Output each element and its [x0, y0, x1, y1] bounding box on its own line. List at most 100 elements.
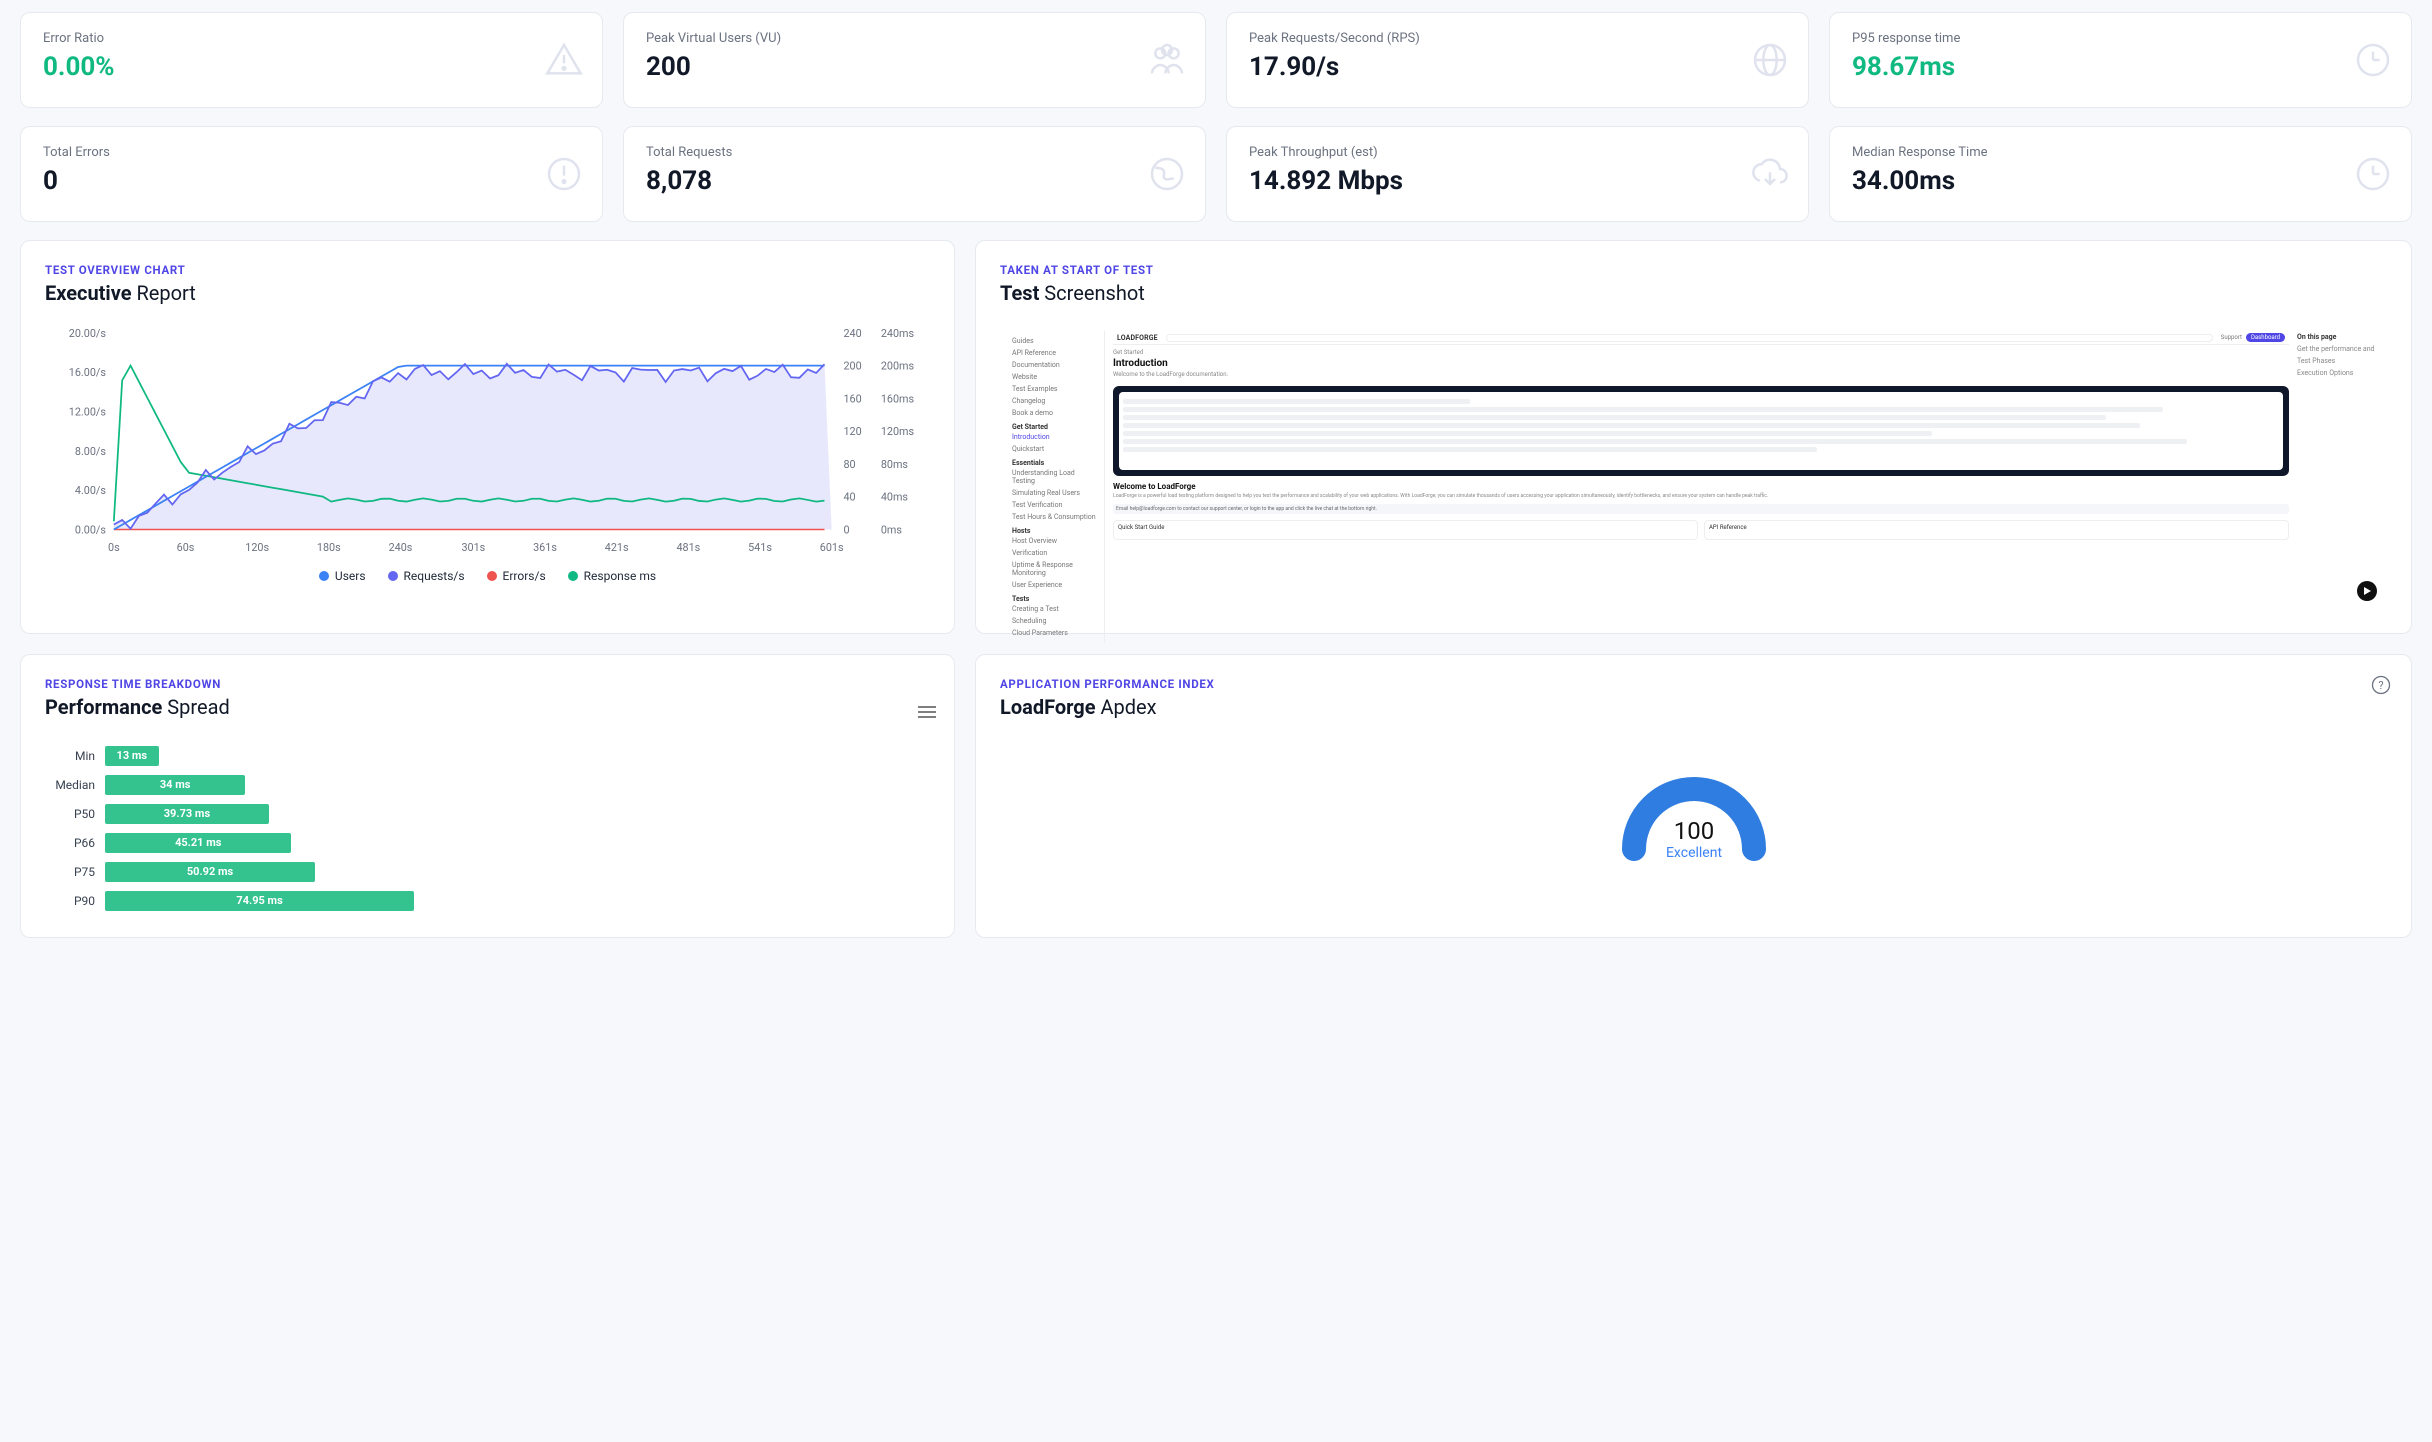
chart-menu-icon[interactable] — [918, 705, 936, 723]
apdex-gauge: 100 Excellent — [1000, 739, 2387, 879]
svg-text:12.00/s: 12.00/s — [69, 405, 107, 418]
mini-side-item: API Reference — [1012, 347, 1098, 359]
metric-label: Peak Requests/Second (RPS) — [1249, 31, 1786, 46]
svg-text:120ms: 120ms — [881, 425, 915, 438]
perf-row-label: P66 — [45, 836, 105, 850]
mini-sub: Welcome to the LoadForge documentation. — [1113, 371, 2289, 378]
perf-row-label: Min — [45, 749, 105, 763]
alert-triangle-icon — [544, 40, 584, 80]
svg-text:0ms: 0ms — [881, 523, 903, 536]
metric-card: P95 response time98.67ms — [1829, 12, 2412, 108]
mini-side-item: Documentation — [1012, 359, 1098, 371]
metric-card: Total Requests 8,078 — [623, 126, 1206, 222]
metric-value: 8,078 — [646, 166, 1183, 196]
svg-text:301s: 301s — [461, 541, 485, 554]
svg-text:40: 40 — [843, 491, 855, 504]
svg-text:421s: 421s — [605, 541, 629, 554]
perf-bar[interactable]: 45.21 ms — [105, 833, 291, 853]
mini-side-item: Website — [1012, 371, 1098, 383]
metric-card: Peak Throughput (est) 14.892 Mbps — [1226, 126, 1809, 222]
metric-card: Median Response Time34.00ms — [1829, 126, 2412, 222]
svg-text:0s: 0s — [108, 541, 120, 554]
mini-side-item: Guides — [1012, 335, 1098, 347]
svg-text:80: 80 — [843, 458, 855, 471]
mini-right-item: On this page — [2297, 331, 2377, 343]
perf-row: P7550.92 ms — [45, 857, 930, 886]
mini-side-item: User Experience — [1012, 579, 1098, 591]
perf-row-label: Median — [45, 778, 105, 792]
earth-icon — [1147, 154, 1187, 194]
mini-side-item: Scheduling — [1012, 615, 1098, 627]
users-icon — [1147, 40, 1187, 80]
mini-embedded-window — [1113, 386, 2289, 476]
svg-text:120s: 120s — [245, 541, 269, 554]
help-icon[interactable]: ? — [2371, 675, 2391, 699]
mini-side-item: Changelog — [1012, 395, 1098, 407]
metric-card: Error Ratio0.00% — [20, 12, 603, 108]
mini-right-item: Execution Options — [2297, 367, 2377, 379]
mini-side-item: Test Examples — [1012, 383, 1098, 395]
perf-bar[interactable]: 50.92 ms — [105, 862, 315, 882]
perf-bar[interactable]: 34 ms — [105, 775, 245, 795]
metric-card: Peak Requests/Second (RPS)17.90/s — [1226, 12, 1809, 108]
performance-spread-panel: RESPONSE TIME BREAKDOWN Performance Spre… — [20, 654, 955, 938]
screenshot-thumbnail[interactable]: GuidesAPI ReferenceDocumentationWebsiteT… — [1000, 321, 2387, 611]
perf-bar[interactable]: 74.95 ms — [105, 891, 414, 911]
svg-text:180s: 180s — [317, 541, 341, 554]
legend-item[interactable]: Users — [319, 569, 366, 583]
svg-text:601s: 601s — [820, 541, 844, 554]
mini-side-item: Test Hours & Consumption — [1012, 511, 1098, 523]
mini-logo: LOADFORGE — [1117, 334, 1158, 342]
svg-text:16.00/s: 16.00/s — [69, 366, 107, 379]
mini-side-item: Understanding Load Testing — [1012, 467, 1098, 487]
metric-label: Total Requests — [646, 145, 1183, 160]
clock-icon — [2353, 154, 2393, 194]
perf-row: Median34 ms — [45, 770, 930, 799]
play-icon[interactable] — [2357, 581, 2377, 601]
mini-right-item: Test Phases — [2297, 355, 2377, 367]
mini-side-item: Quickstart — [1012, 443, 1098, 455]
perf-row-label: P75 — [45, 865, 105, 879]
mini-side-item: Cloud Parameters — [1012, 627, 1098, 639]
svg-text:240s: 240s — [389, 541, 413, 554]
svg-text:200: 200 — [843, 360, 861, 373]
metric-label: P95 response time — [1852, 31, 2389, 46]
legend-item[interactable]: Requests/s — [388, 569, 465, 583]
metric-value: 0 — [43, 166, 580, 196]
svg-text:160ms: 160ms — [881, 392, 915, 405]
clock-icon — [2353, 40, 2393, 80]
mini-side-item: Simulating Real Users — [1012, 487, 1098, 499]
mini-search — [1166, 334, 2213, 342]
panel-caption: TEST OVERVIEW CHART — [45, 263, 930, 277]
metric-value: 14.892 Mbps — [1249, 166, 1786, 196]
panel-caption: APPLICATION PERFORMANCE INDEX — [1000, 677, 2387, 691]
perf-bar[interactable]: 39.73 ms — [105, 804, 269, 824]
panel-title: LoadForge Apdex — [1000, 695, 2387, 719]
metric-card: Total Errors 0 — [20, 126, 603, 222]
mini-side-item: Uptime & Response Monitoring — [1012, 559, 1098, 579]
perf-row: Min13 ms — [45, 741, 930, 770]
mini-tile: API Reference — [1704, 520, 2289, 540]
legend-item[interactable]: Response ms — [568, 569, 656, 583]
metric-label: Total Errors — [43, 145, 580, 160]
legend-item[interactable]: Errors/s — [487, 569, 546, 583]
mini-title: Introduction — [1113, 358, 2289, 369]
mini-side-item: Book a demo — [1012, 407, 1098, 419]
mini-side-item: Host Overview — [1012, 535, 1098, 547]
metric-label: Median Response Time — [1852, 145, 2389, 160]
perf-bar[interactable]: 13 ms — [105, 746, 159, 766]
mini-side-item: Test Verification — [1012, 499, 1098, 511]
perf-row: P6645.21 ms — [45, 828, 930, 857]
executive-chart[interactable]: 20.00/s16.00/s12.00/s8.00/s4.00/s0.00/s … — [45, 323, 930, 583]
svg-text:361s: 361s — [533, 541, 557, 554]
metric-label: Peak Throughput (est) — [1249, 145, 1786, 160]
panel-caption: RESPONSE TIME BREAKDOWN — [45, 677, 930, 691]
apdex-rating: Excellent — [1665, 845, 1721, 861]
mini-side-item: Verification — [1012, 547, 1098, 559]
perf-row: P5039.73 ms — [45, 799, 930, 828]
metric-label: Peak Virtual Users (VU) — [646, 31, 1183, 46]
apdex-score: 100 — [1673, 817, 1713, 845]
metric-value: 200 — [646, 52, 1183, 82]
performance-bar-chart[interactable]: Min13 msMedian34 msP5039.73 msP6645.21 m… — [45, 741, 930, 915]
svg-text:40ms: 40ms — [881, 491, 909, 504]
